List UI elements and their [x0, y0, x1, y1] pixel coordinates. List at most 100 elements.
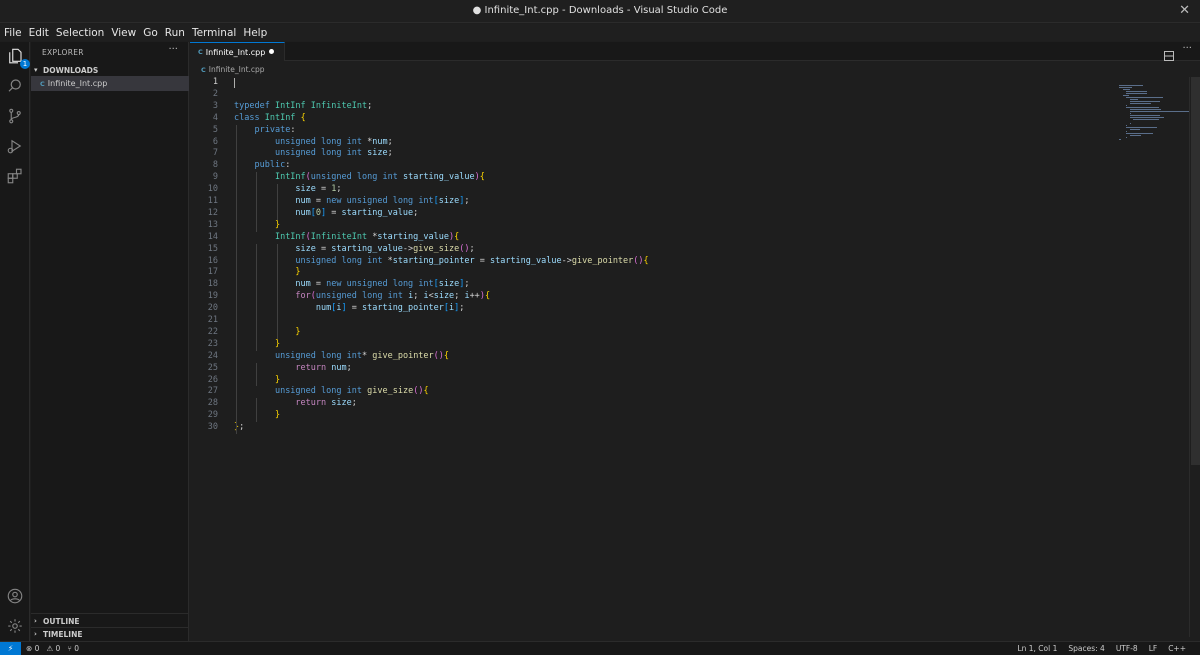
ports-count[interactable]: ⑂ 0 — [67, 644, 79, 653]
line-number: 2 — [212, 88, 218, 99]
split-editor-icon[interactable] — [1164, 46, 1174, 65]
end-of-line[interactable]: LF — [1149, 644, 1158, 653]
minimap-line — [1129, 123, 1131, 124]
code-line[interactable]: 23 } — [190, 339, 1120, 351]
line-number: 10 — [207, 184, 218, 195]
chevron-right-icon: › — [34, 617, 37, 625]
code-line[interactable]: 30}; — [190, 422, 1120, 434]
menu-file[interactable]: File — [4, 27, 22, 39]
menu-help[interactable]: Help — [243, 27, 267, 39]
minimap[interactable] — [1119, 77, 1190, 637]
minimap-line — [1126, 131, 1128, 132]
code-text: private: — [254, 124, 296, 135]
menu-go[interactable]: Go — [143, 27, 158, 39]
source-control-icon[interactable] — [5, 106, 25, 126]
encoding[interactable]: UTF-8 — [1116, 644, 1138, 653]
account-icon[interactable] — [5, 586, 25, 606]
outline-section[interactable]: › OUTLINE — [31, 614, 189, 628]
remote-indicator-icon[interactable]: ⚡ — [0, 642, 21, 655]
code-line[interactable]: 19 for(unsigned long int i; i<size; i++)… — [190, 291, 1120, 303]
code-text: unsigned long int *num; — [274, 136, 393, 147]
code-line[interactable]: 22 } — [190, 327, 1120, 339]
code-line[interactable]: 28 return size; — [190, 398, 1120, 410]
code-line[interactable]: 11 num = new unsigned long int[size]; — [190, 196, 1120, 208]
line-number: 17 — [207, 267, 218, 278]
code-line[interactable]: 2 — [190, 89, 1120, 101]
code-line[interactable]: 17 } — [190, 267, 1120, 279]
code-line[interactable]: 9 IntInf(unsigned long int starting_valu… — [190, 172, 1120, 184]
menu-view[interactable]: View — [111, 27, 136, 39]
warnings-count[interactable]: ⚠ 0 — [46, 644, 60, 653]
line-number: 8 — [212, 160, 218, 171]
code-editor[interactable]: 1 2 3 typedef IntInf InfiniteInt; 4 class Int… — [190, 77, 1120, 637]
timeline-label: TIMELINE — [43, 629, 83, 639]
extensions-icon[interactable] — [5, 166, 25, 186]
breadcrumb[interactable]: C Infinite_Int.cpp — [201, 65, 265, 74]
code-line[interactable]: 1 — [190, 77, 1120, 89]
code-line[interactable]: 24 unsigned long int* give_pointer(){ — [190, 351, 1120, 363]
code-line[interactable]: 5 private: — [190, 125, 1120, 137]
code-line[interactable]: 26 } — [190, 375, 1120, 387]
menu-edit[interactable]: Edit — [29, 27, 49, 39]
code-line[interactable]: 10 size = 1; — [190, 184, 1120, 196]
code-text: unsigned long int* give_pointer(){ — [274, 350, 450, 361]
code-line[interactable]: 7 unsigned long int size; — [190, 148, 1120, 160]
code-line[interactable]: 27 unsigned long int give_size(){ — [190, 386, 1120, 398]
code-line[interactable]: 6 unsigned long int *num; — [190, 137, 1120, 149]
line-number: 13 — [207, 219, 218, 230]
folder-downloads[interactable]: ▾ DOWNLOADS — [31, 63, 189, 77]
code-text: } — [295, 267, 301, 278]
unsaved-dot-icon[interactable] — [269, 49, 274, 54]
code-line[interactable]: 12 num[0] = starting_value; — [190, 208, 1120, 220]
code-text: num = new unsigned long int[size]; — [295, 279, 470, 290]
vertical-scrollbar[interactable] — [1189, 77, 1200, 637]
code-line[interactable]: 3 typedef IntInf InfiniteInt; — [190, 101, 1120, 113]
line-number: 1 — [212, 77, 218, 87]
code-line[interactable]: 4 class IntInf { — [190, 113, 1120, 125]
minimap-line — [1129, 109, 1162, 110]
code-line[interactable]: 29 } — [190, 410, 1120, 422]
code-text: unsigned long int *starting_pointer = st… — [295, 255, 649, 266]
code-line[interactable]: 15 size = starting_value->give_size(); — [190, 244, 1120, 256]
indent-guide — [256, 362, 258, 387]
line-number: 23 — [207, 338, 218, 349]
indentation[interactable]: Spaces: 4 — [1068, 644, 1104, 653]
code-text: return size; — [295, 398, 357, 409]
minimap-line — [1122, 89, 1130, 90]
tab-infinite-int[interactable]: C Infinite_Int.cpp — [190, 42, 285, 61]
editor-more-actions-button[interactable]: ··· — [1182, 43, 1192, 54]
timeline-section[interactable]: › TIMELINE — [31, 627, 189, 641]
code-text: size = starting_value->give_size(); — [295, 243, 475, 254]
search-icon[interactable] — [5, 76, 25, 96]
sidebar-more-actions-button[interactable]: ··· — [168, 44, 178, 55]
close-window-button[interactable]: ✕ — [1179, 3, 1190, 18]
file-item-infinite-int[interactable]: C Infinite_Int.cpp — [31, 76, 189, 91]
menu-terminal[interactable]: Terminal — [192, 27, 236, 39]
menu-selection[interactable]: Selection — [56, 27, 104, 39]
code-line[interactable]: 14 IntInf(InfiniteInt *starting_value){ — [190, 232, 1120, 244]
code-line[interactable]: 18 num = new unsigned long int[size]; — [190, 279, 1120, 291]
code-line[interactable]: 16 unsigned long int *starting_pointer =… — [190, 256, 1120, 268]
run-debug-icon[interactable] — [5, 136, 25, 156]
indent-guide — [276, 243, 278, 327]
explorer-icon[interactable]: 1 — [5, 46, 30, 69]
line-number: 4 — [212, 112, 218, 123]
line-number: 7 — [212, 148, 218, 159]
minimap-line — [1119, 139, 1121, 140]
tab-label: Infinite_Int.cpp — [205, 47, 266, 57]
line-number: 29 — [207, 410, 218, 421]
language-mode[interactable]: C++ — [1168, 644, 1186, 653]
scrollbar-thumb[interactable] — [1191, 77, 1200, 465]
errors-count[interactable]: ⊗ 0 — [26, 644, 39, 653]
line-number: 19 — [207, 291, 218, 302]
menu-run[interactable]: Run — [165, 27, 185, 39]
settings-gear-icon[interactable] — [5, 616, 25, 636]
code-line[interactable]: 20 num[i] = starting_pointer[i]; — [190, 303, 1120, 315]
code-line[interactable]: 13 } — [190, 220, 1120, 232]
code-line[interactable]: 21 — [190, 315, 1120, 327]
minimap-line — [1129, 129, 1140, 130]
minimap-line — [1126, 105, 1128, 106]
code-line[interactable]: 25 return num; — [190, 363, 1120, 375]
cursor-position[interactable]: Ln 1, Col 1 — [1017, 644, 1057, 653]
code-line[interactable]: 8 public: — [190, 160, 1120, 172]
